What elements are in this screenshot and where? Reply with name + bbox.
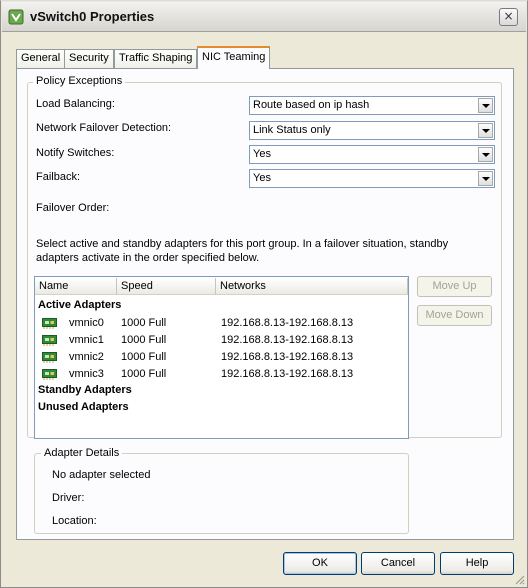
chevron-down-icon[interactable] bbox=[478, 171, 493, 186]
cancel-button[interactable]: Cancel bbox=[361, 552, 435, 575]
notify-switches-select[interactable]: Yes bbox=[249, 145, 495, 164]
table-row[interactable]: vmnic0 1000 Full 192.168.8.13-192.168.8.… bbox=[35, 315, 405, 332]
adapter-name: vmnic2 bbox=[69, 351, 104, 363]
failover-detection-label: Network Failover Detection: bbox=[36, 122, 172, 134]
adapter-networks: 192.168.8.13-192.168.8.13 bbox=[221, 368, 354, 380]
failback-value: Yes bbox=[253, 172, 271, 184]
tab-traffic-shaping[interactable]: Traffic Shaping bbox=[114, 49, 198, 68]
adapter-networks: 192.168.8.13-192.168.8.13 bbox=[221, 334, 354, 346]
network-adapter-icon bbox=[42, 335, 57, 346]
chevron-down-icon[interactable] bbox=[478, 123, 493, 138]
move-up-button[interactable]: Move Up bbox=[417, 276, 492, 297]
table-row[interactable]: vmnic2 1000 Full 192.168.8.13-192.168.8.… bbox=[35, 349, 405, 366]
properties-dialog: vSwitch0 Properties × General Security T… bbox=[0, 0, 528, 588]
ok-button[interactable]: OK bbox=[283, 552, 357, 575]
notify-switches-label: Notify Switches: bbox=[36, 147, 115, 159]
adapter-name: vmnic0 bbox=[69, 317, 104, 329]
move-down-button[interactable]: Move Down bbox=[417, 305, 492, 326]
failover-description-line2: adapters activate in the order specified… bbox=[36, 252, 260, 264]
adapter-speed: 1000 Full bbox=[121, 334, 167, 346]
adapter-details-status: No adapter selected bbox=[52, 469, 151, 481]
window-title: vSwitch0 Properties bbox=[30, 9, 155, 24]
adapter-list[interactable]: Name Speed Networks Active Adapters vmni… bbox=[34, 276, 409, 439]
table-row[interactable]: vmnic1 1000 Full 192.168.8.13-192.168.8.… bbox=[35, 332, 405, 349]
failback-label: Failback: bbox=[36, 171, 81, 183]
load-balancing-label: Load Balancing: bbox=[36, 98, 115, 110]
tab-general[interactable]: General bbox=[16, 49, 66, 68]
failover-detection-value: Link Status only bbox=[253, 124, 331, 136]
location-label: Location: bbox=[52, 515, 97, 527]
unused-adapters-heading[interactable]: Unused Adapters bbox=[38, 401, 129, 413]
tab-security[interactable]: Security bbox=[64, 49, 114, 68]
adapter-speed: 1000 Full bbox=[121, 368, 167, 380]
notify-switches-value: Yes bbox=[253, 148, 271, 160]
tab-nic-teaming[interactable]: NIC Teaming bbox=[197, 46, 271, 69]
network-adapter-icon bbox=[42, 352, 57, 363]
close-icon: × bbox=[503, 9, 514, 23]
load-balancing-select[interactable]: Route based on ip hash bbox=[249, 96, 495, 115]
title-bar[interactable]: vSwitch0 Properties × bbox=[2, 2, 526, 32]
failover-detection-select[interactable]: Link Status only bbox=[249, 121, 495, 140]
vswitch-icon bbox=[8, 9, 24, 25]
column-header-speed[interactable]: Speed bbox=[117, 278, 216, 295]
adapter-networks: 192.168.8.13-192.168.8.13 bbox=[221, 351, 354, 363]
adapter-details-legend: Adapter Details bbox=[41, 447, 123, 459]
resize-grip-icon[interactable] bbox=[513, 573, 525, 585]
adapter-speed: 1000 Full bbox=[121, 351, 167, 363]
chevron-down-icon[interactable] bbox=[478, 98, 493, 113]
network-adapter-icon bbox=[42, 369, 57, 380]
chevron-down-icon[interactable] bbox=[478, 147, 493, 162]
policy-exceptions-legend: Policy Exceptions bbox=[33, 75, 126, 87]
standby-adapters-heading[interactable]: Standby Adapters bbox=[38, 384, 132, 396]
failover-order-label: Failover Order: bbox=[36, 202, 110, 214]
table-row[interactable]: vmnic3 1000 Full 192.168.8.13-192.168.8.… bbox=[35, 366, 405, 383]
failover-description-line1: Select active and standby adapters for t… bbox=[36, 238, 449, 250]
help-button[interactable]: Help bbox=[440, 552, 514, 575]
driver-label: Driver: bbox=[52, 492, 85, 504]
adapter-name: vmnic3 bbox=[69, 368, 104, 380]
failback-select[interactable]: Yes bbox=[249, 169, 495, 188]
adapter-speed: 1000 Full bbox=[121, 317, 167, 329]
column-header-networks[interactable]: Networks bbox=[216, 278, 408, 295]
close-button[interactable]: × bbox=[499, 8, 518, 26]
active-adapters-heading[interactable]: Active Adapters bbox=[38, 299, 121, 311]
load-balancing-value: Route based on ip hash bbox=[253, 99, 370, 111]
network-adapter-icon bbox=[42, 318, 57, 329]
column-header-name[interactable]: Name bbox=[35, 278, 117, 295]
adapter-name: vmnic1 bbox=[69, 334, 104, 346]
adapter-networks: 192.168.8.13-192.168.8.13 bbox=[221, 317, 354, 329]
